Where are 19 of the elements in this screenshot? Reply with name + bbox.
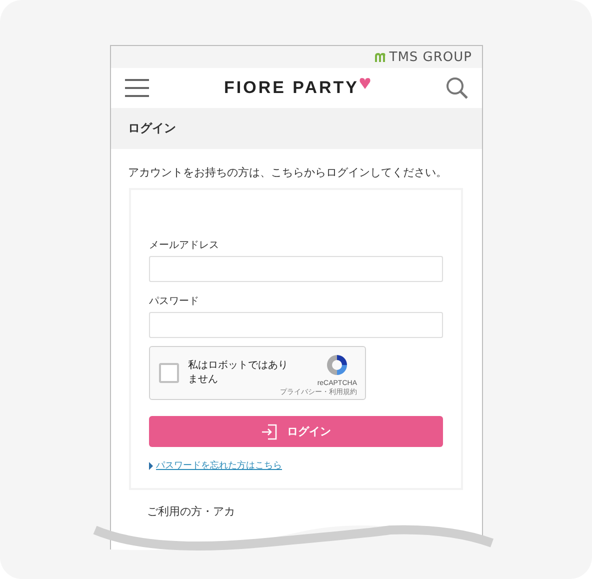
- page-title: ログイン: [111, 108, 482, 149]
- login-icon: [261, 424, 277, 440]
- leaf-icon: [374, 52, 386, 62]
- login-button[interactable]: ログイン: [149, 416, 443, 447]
- input-field[interactable]: [149, 256, 443, 282]
- heart-icon: [359, 78, 372, 89]
- brand-logo[interactable]: FIORE PARTY: [224, 78, 360, 98]
- forgot-password-link[interactable]: パスワードを忘れた方はこちら: [156, 459, 282, 472]
- captcha-checkbox[interactable]: [159, 363, 179, 383]
- section-text: ご利用の方・アカ: [147, 504, 236, 519]
- field-label: パスワード: [149, 295, 200, 308]
- group-logo: TMS GROUP: [389, 50, 472, 64]
- field-label: メールアドレス: [149, 239, 220, 252]
- input-field[interactable]: [149, 312, 443, 338]
- search-icon[interactable]: [446, 77, 468, 99]
- captcha-label: 私はロボットではありません: [188, 359, 288, 387]
- intro-text: アカウントをお持ちの方は、こちらからログインしてください。: [128, 165, 448, 180]
- triangle-icon: [149, 462, 153, 470]
- menu-icon[interactable]: [125, 79, 149, 97]
